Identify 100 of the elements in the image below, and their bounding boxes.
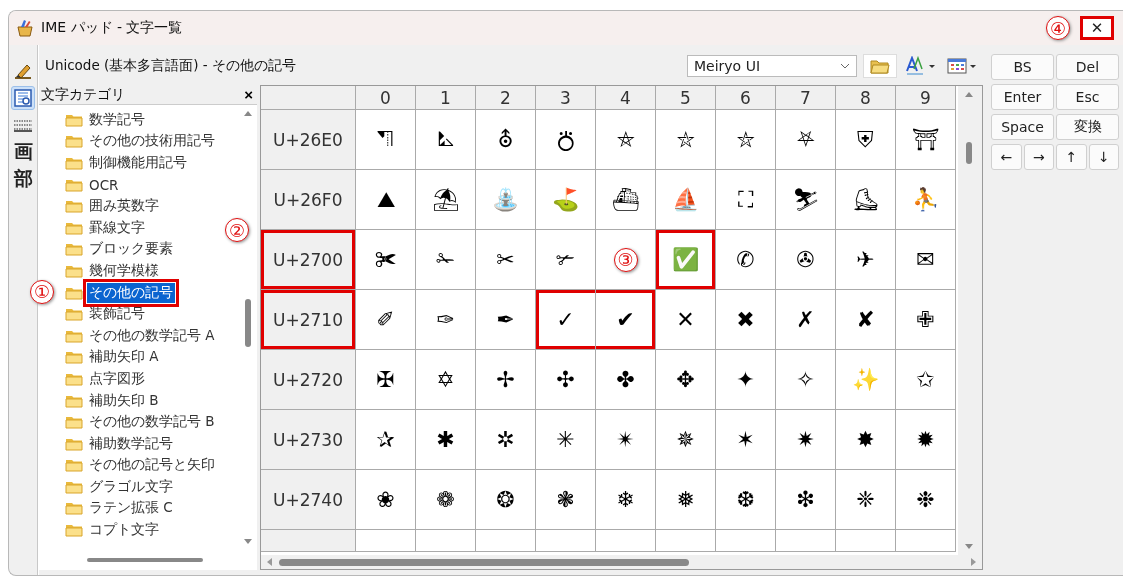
character-cell[interactable]: ⛦ [716, 110, 776, 170]
category-item[interactable]: 幾何学模様 [87, 260, 161, 281]
character-cell[interactable]: ❅ [656, 470, 716, 530]
font-select[interactable]: Meiryo UI [687, 55, 857, 77]
scroll-up-icon[interactable] [964, 90, 974, 98]
key-button[interactable]: BS [991, 54, 1054, 80]
character-cell[interactable]: ✴ [596, 410, 656, 470]
key-button[interactable]: Space [991, 114, 1054, 140]
category-item[interactable]: 罫線文字 [87, 217, 147, 238]
close-button[interactable]: × [240, 86, 257, 103]
category-item[interactable]: 補助矢印 A [87, 347, 161, 368]
character-cell[interactable]: ⛨ [836, 110, 896, 170]
character-cell[interactable]: ✘ [836, 290, 896, 350]
character-cell[interactable]: ✑ [416, 290, 476, 350]
character-cell[interactable]: ❆ [716, 470, 776, 530]
key-button[interactable]: ↓ [1088, 144, 1119, 170]
character-cell[interactable]: ⛸ [836, 170, 896, 230]
character-cell[interactable]: ✳ [536, 410, 596, 470]
character-cell[interactable]: ✡ [416, 350, 476, 410]
character-cell[interactable]: ✣ [536, 350, 596, 410]
character-cell[interactable]: ⛡ [416, 110, 476, 170]
grid-cell[interactable] [476, 530, 536, 552]
close-button[interactable]: ✕ [1080, 16, 1114, 40]
category-item[interactable]: 制御機能用記号 [87, 153, 189, 173]
character-cell[interactable]: ✓ [536, 290, 596, 350]
character-cell[interactable]: ✥ [656, 350, 716, 410]
key-button[interactable]: → [1023, 144, 1054, 170]
character-cell[interactable]: ❉ [896, 470, 956, 530]
character-cell[interactable]: ✃ [536, 230, 596, 290]
character-cell[interactable]: ✇ [776, 230, 836, 290]
character-cell[interactable]: ✐ [356, 290, 416, 350]
scroll-right-icon[interactable] [970, 557, 978, 567]
category-item[interactable]: 点字図形 [87, 368, 147, 389]
character-list-tab[interactable] [11, 86, 35, 110]
category-item[interactable]: コプト文字 [87, 520, 161, 541]
category-item[interactable]: その他の数学記号 B [87, 412, 217, 433]
grid-cell[interactable] [656, 530, 716, 552]
character-cell[interactable]: ✁ [416, 230, 476, 290]
character-cell[interactable]: ❀ [356, 470, 416, 530]
character-cell[interactable]: ✲ [476, 410, 536, 470]
grid-cell[interactable] [356, 530, 416, 552]
character-cell[interactable]: ⛢ [476, 110, 536, 170]
grid-cell[interactable]: ③ [596, 230, 656, 290]
grid-cell[interactable] [836, 530, 896, 552]
character-cell[interactable]: ✂ [476, 230, 536, 290]
character-cell[interactable]: ✅ [656, 230, 716, 290]
character-cell[interactable]: ✶ [716, 410, 776, 470]
grid-cell[interactable] [536, 530, 596, 552]
scroll-thumb[interactable] [966, 142, 972, 164]
category-item[interactable]: 数学記号 [87, 109, 147, 130]
character-cell[interactable]: ⛥ [656, 110, 716, 170]
grid-cell[interactable] [596, 530, 656, 552]
grid-cell[interactable] [716, 530, 776, 552]
scroll-thumb[interactable] [245, 299, 251, 347]
character-cell[interactable]: ✕ [656, 290, 716, 350]
category-item[interactable]: 補助数学記号 [87, 433, 175, 454]
character-cell[interactable]: ❄ [596, 470, 656, 530]
scroll-left-icon[interactable] [265, 557, 273, 567]
category-item[interactable]: その他の数学記号 A [87, 325, 217, 346]
character-cell[interactable]: ✉ [896, 230, 956, 290]
character-cell[interactable]: ⛩ [896, 110, 956, 170]
character-cell[interactable]: ✸ [836, 410, 896, 470]
category-item[interactable]: グラゴル文字 [87, 476, 175, 497]
category-item[interactable]: 装飾記号 [87, 304, 147, 325]
category-item[interactable]: その他の技術用記号 [87, 131, 217, 152]
character-cell[interactable]: ✵ [656, 410, 716, 470]
character-cell[interactable]: ✆ [716, 230, 776, 290]
character-cell[interactable]: ⛰ [356, 170, 416, 230]
category-item[interactable]: ブロック要素 [87, 239, 175, 260]
key-button[interactable]: ↑ [1056, 144, 1087, 170]
character-cell[interactable]: ✰ [356, 410, 416, 470]
character-cell[interactable]: ⛷ [776, 170, 836, 230]
character-cell[interactable]: ✗ [776, 290, 836, 350]
grid-cell[interactable] [776, 530, 836, 552]
character-cell[interactable]: ✀ [356, 230, 416, 290]
character-cell[interactable]: ❁ [416, 470, 476, 530]
character-cell[interactable]: ❂ [476, 470, 536, 530]
character-cell[interactable]: ⛣ [536, 110, 596, 170]
character-cell[interactable]: ✹ [896, 410, 956, 470]
character-cell[interactable]: ✩ [896, 350, 956, 410]
character-cell[interactable]: ✖ [716, 290, 776, 350]
character-cell[interactable]: ✤ [596, 350, 656, 410]
category-item[interactable]: OCR [87, 175, 121, 194]
character-cell[interactable]: ✱ [416, 410, 476, 470]
category-item[interactable]: 囲み英数字 [87, 196, 161, 217]
character-cell[interactable]: ✈ [836, 230, 896, 290]
character-cell[interactable]: ❈ [836, 470, 896, 530]
stroke-tab[interactable]: 画 [11, 140, 35, 164]
grid-cell[interactable] [416, 530, 476, 552]
scroll-down-icon[interactable] [964, 543, 974, 551]
stroke-tab[interactable]: 部 [11, 167, 35, 191]
character-cell[interactable]: ⛠ [356, 110, 416, 170]
key-button[interactable]: Esc [1056, 84, 1119, 110]
character-cell[interactable]: ✠ [356, 350, 416, 410]
grid-cell[interactable] [896, 530, 956, 552]
character-cell[interactable]: ❃ [536, 470, 596, 530]
scroll-up-icon[interactable] [243, 109, 253, 117]
character-cell[interactable]: ⛧ [776, 110, 836, 170]
character-cell[interactable]: ⛤ [596, 110, 656, 170]
character-cell[interactable]: ✦ [716, 350, 776, 410]
